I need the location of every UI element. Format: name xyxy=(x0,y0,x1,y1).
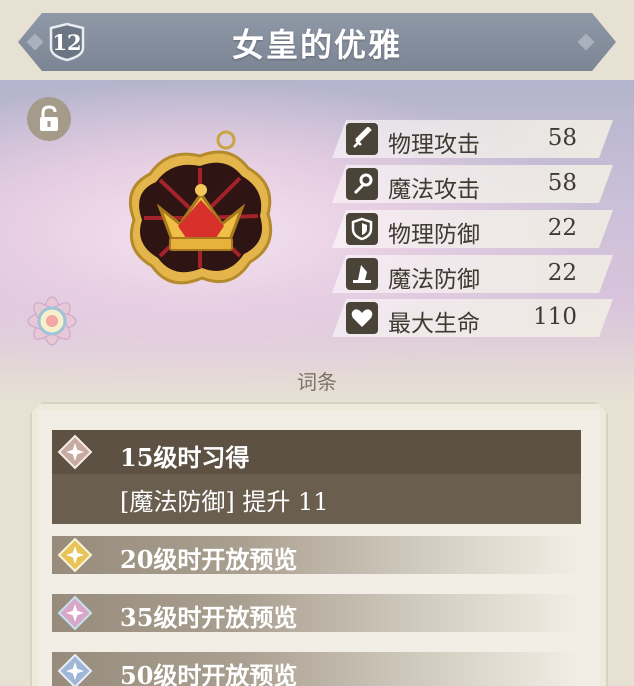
affix-locked-title: 50级时开放预览 xyxy=(120,661,298,686)
affix-locked-title: 35级时开放预览 xyxy=(120,603,298,632)
stat-value: 22 xyxy=(547,215,577,241)
stat-label: 最大生命 xyxy=(388,311,480,337)
lock-toggle-button[interactable] xyxy=(27,97,71,141)
stat-row-physical-attack: 物理攻击 58 xyxy=(332,120,613,158)
stat-row-magic-defense: 魔法防御 22 xyxy=(332,255,613,293)
wizard-hat-icon xyxy=(346,258,378,290)
sword-icon xyxy=(346,123,378,155)
affix-row-locked[interactable]: 20级时开放预览 xyxy=(52,536,581,574)
affix-title: 15级时习得 xyxy=(120,443,250,472)
stat-row-magic-attack: 魔法攻击 58 xyxy=(332,165,613,203)
equipment-detail-page: 12 女皇的优雅 物理攻击 58 魔法攻击 58 物理防御 22 魔法防御 22… xyxy=(0,0,634,686)
affix-section-title: 词条 xyxy=(297,370,337,394)
item-title: 女皇的优雅 xyxy=(231,26,402,64)
stat-label: 魔法攻击 xyxy=(388,177,480,203)
shield-icon xyxy=(346,213,378,245)
affix-row-active[interactable]: 15级时习得 [魔法防御] 提升 11 xyxy=(52,430,581,524)
stat-label: 物理防御 xyxy=(388,222,480,248)
stat-value: 22 xyxy=(547,260,577,286)
heart-icon xyxy=(346,302,378,334)
crown-pendant-icon xyxy=(129,130,273,285)
staff-icon xyxy=(346,168,378,200)
affix-gem-icon xyxy=(57,434,93,470)
affix-description: [魔法防御] 提升 11 xyxy=(120,488,329,516)
affix-row-locked[interactable]: 35级时开放预览 xyxy=(52,594,581,632)
affix-locked-title: 20级时开放预览 xyxy=(120,545,298,574)
unlock-icon xyxy=(40,105,58,131)
affix-gem-rainbow-icon xyxy=(57,595,93,631)
stat-value: 58 xyxy=(547,125,577,151)
stat-row-max-hp: 最大生命 110 xyxy=(332,299,613,337)
stat-value: 58 xyxy=(547,170,577,196)
affix-gem-blue-icon xyxy=(57,653,93,686)
stat-value: 110 xyxy=(533,304,577,330)
stat-label: 物理攻击 xyxy=(388,132,480,158)
stat-row-physical-defense: 物理防御 22 xyxy=(332,210,613,248)
rarity-flower-emblem-icon xyxy=(27,296,77,346)
affix-row-locked[interactable]: 50级时开放预览 xyxy=(52,652,581,686)
affix-gem-gold-icon xyxy=(57,537,93,573)
stat-label: 魔法防御 xyxy=(388,267,480,293)
